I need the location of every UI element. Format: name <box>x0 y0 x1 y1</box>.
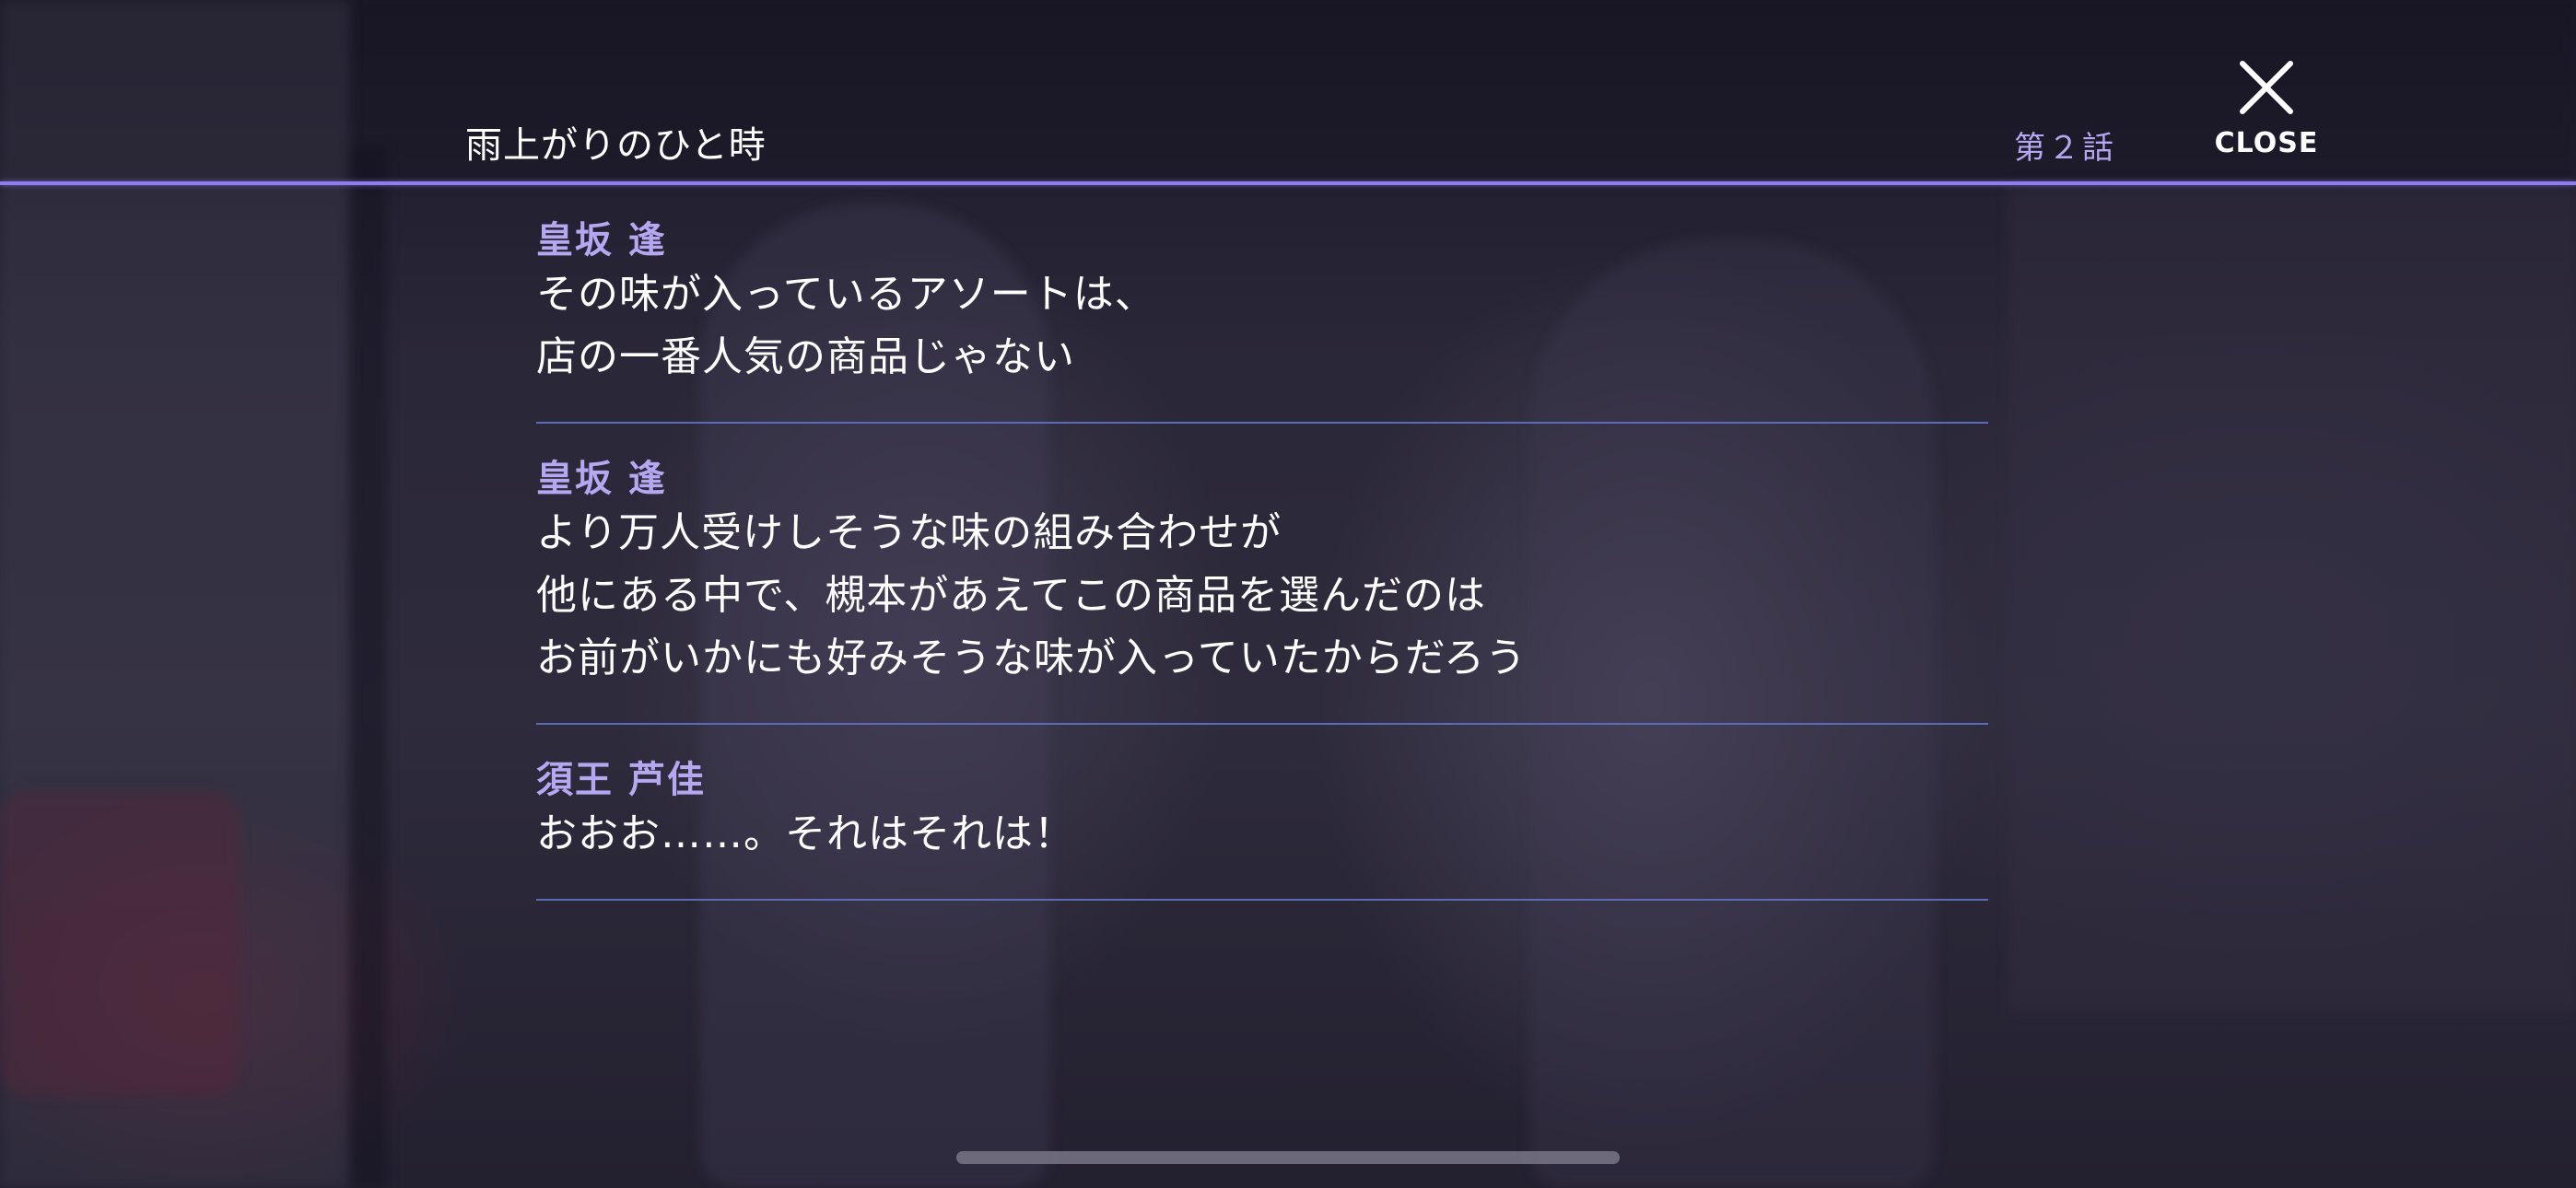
dialogue-line: 店の一番人気の商品じゃない <box>536 333 1075 380</box>
home-indicator[interactable] <box>956 1151 1620 1164</box>
log-entry: 皇坂 逢 より万人受けしそうな味の組み合わせが 他にある中で、槻本があえてこの商… <box>536 424 1988 725</box>
dialogue-line: その味が入っているアソートは、 <box>536 271 1156 318</box>
log-entry: 須王 芦佳 おおお……。それはそれは！ <box>536 725 1988 901</box>
chapter-label: 第２話 <box>2014 130 2116 167</box>
background-pillar <box>350 147 387 1188</box>
log-entry: 皇坂 逢 その味が入っているアソートは、 店の一番人気の商品じゃない <box>536 185 1988 424</box>
story-log-screen: 雨上がりのひと時 第２話 CLOSE 皇坂 逢 その味が入っているアソートは、 … <box>0 0 2576 1188</box>
speaker-name: 須王 芦佳 <box>536 759 706 801</box>
speaker-name: 皇坂 逢 <box>536 219 667 262</box>
episode-title: 雨上がりのひと時 <box>465 124 767 167</box>
dialogue-line: おおお……。それはそれは！ <box>536 810 1075 857</box>
close-label: CLOSE <box>2214 127 2319 159</box>
dialogue-line: お前がいかにも好みそうな味が入っていたからだろう <box>536 635 1528 681</box>
dialogue-line: より万人受けしそうな味の組み合わせが <box>536 509 1282 556</box>
close-button[interactable]: CLOSE <box>2211 51 2322 166</box>
background-shelf <box>2008 184 2576 1013</box>
dialogue-log-list[interactable]: 皇坂 逢 その味が入っているアソートは、 店の一番人気の商品じゃない 皇坂 逢 … <box>536 185 1988 901</box>
background-sofa <box>0 792 240 1096</box>
close-icon <box>2240 61 2293 114</box>
log-header: 雨上がりのひと時 第２話 CLOSE <box>0 0 2576 184</box>
dialogue-line: 他にある中で、槻本があえてこの商品を選んだのは <box>536 572 1487 619</box>
speaker-name: 皇坂 逢 <box>536 458 667 500</box>
